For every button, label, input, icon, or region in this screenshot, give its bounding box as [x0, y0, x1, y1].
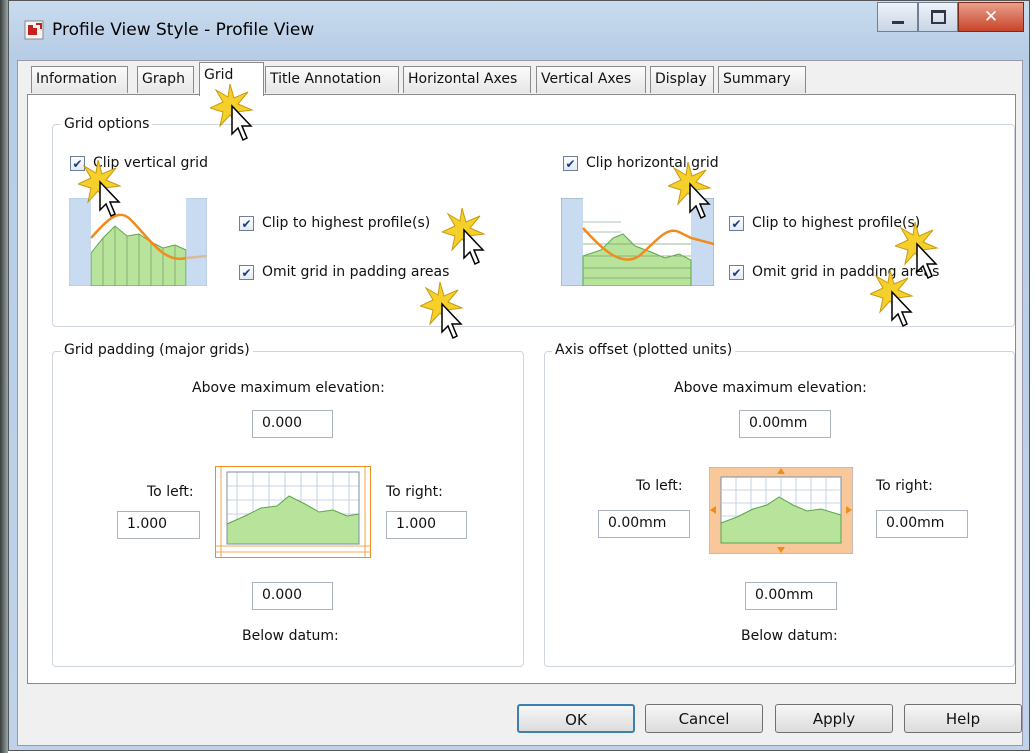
axis-offset-left-input[interactable]: 0.00mm [598, 510, 690, 538]
vertical-grid-preview [69, 198, 207, 286]
window-title: Profile View Style - Profile View [52, 20, 315, 40]
tab-display[interactable]: Display [650, 66, 714, 93]
help-button[interactable]: Help [904, 704, 1022, 733]
ok-button[interactable]: OK [517, 704, 635, 733]
axis-offset-above-input[interactable]: 0.00mm [739, 410, 831, 438]
right-omit-padding-checkbox[interactable]: ✔ [729, 265, 744, 280]
tab-vertical-axes[interactable]: Vertical Axes [536, 66, 646, 93]
axis-offset-right-label: To right: [876, 478, 933, 494]
maximize-icon [930, 10, 946, 24]
tab-horizontal-axes[interactable]: Horizontal Axes [403, 66, 531, 93]
minimize-button[interactable] [877, 2, 918, 32]
left-clip-highest-label: Clip to highest profile(s) [262, 215, 431, 231]
maximize-button[interactable] [918, 2, 958, 32]
clip-horizontal-grid-checkbox[interactable]: ✔ [563, 156, 578, 171]
axis-offset-below-label: Below datum: [741, 628, 838, 644]
grid-options-legend: Grid options [61, 116, 153, 132]
right-omit-padding-label: Omit grid in padding areas [752, 264, 940, 280]
grid-padding-above-input[interactable]: 0.000 [252, 410, 333, 438]
grid-padding-right-input[interactable]: 1.000 [386, 511, 467, 539]
grid-padding-above-label: Above maximum elevation: [192, 380, 385, 396]
grid-padding-left-label: To left: [147, 484, 194, 500]
cancel-button[interactable]: Cancel [645, 704, 763, 733]
tab-title-annotation[interactable]: Title Annotation [265, 66, 399, 93]
grid-padding-right-label: To right: [386, 484, 443, 500]
clip-horizontal-grid-label: Clip horizontal grid [586, 155, 719, 171]
tab-grid[interactable]: Grid [199, 62, 264, 96]
clip-vertical-grid-label: Clip vertical grid [93, 155, 208, 171]
close-button[interactable]: ✕ [958, 2, 1024, 32]
axis-offset-legend: Axis offset (plotted units) [552, 342, 736, 358]
grid-padding-preview [215, 466, 371, 558]
clip-vertical-grid-checkbox[interactable]: ✔ [70, 156, 85, 171]
close-icon: ✕ [983, 7, 999, 27]
window-left-edge [0, 0, 8, 753]
grid-padding-below-input[interactable]: 0.000 [252, 582, 333, 610]
left-omit-padding-label: Omit grid in padding areas [262, 264, 450, 280]
right-clip-highest-checkbox[interactable]: ✔ [729, 216, 744, 231]
grid-padding-left-input[interactable]: 1.000 [117, 511, 200, 539]
axis-offset-below-input[interactable]: 0.00mm [745, 582, 837, 610]
axis-offset-right-input[interactable]: 0.00mm [876, 510, 968, 538]
tab-summary[interactable]: Summary [718, 66, 806, 93]
right-clip-highest-label: Clip to highest profile(s) [752, 215, 921, 231]
horizontal-grid-preview [561, 198, 714, 286]
app-icon [24, 20, 44, 40]
left-clip-highest-checkbox[interactable]: ✔ [239, 216, 254, 231]
tab-graph[interactable]: Graph [137, 66, 194, 93]
minimize-icon [891, 20, 904, 24]
axis-offset-left-label: To left: [636, 478, 683, 494]
apply-button[interactable]: Apply [775, 704, 893, 733]
axis-offset-preview [709, 467, 853, 554]
grid-padding-below-label: Below datum: [242, 628, 339, 644]
left-omit-padding-checkbox[interactable]: ✔ [239, 265, 254, 280]
axis-offset-above-label: Above maximum elevation: [674, 380, 867, 396]
grid-padding-legend: Grid padding (major grids) [61, 342, 253, 358]
tab-information[interactable]: Information [31, 66, 128, 93]
